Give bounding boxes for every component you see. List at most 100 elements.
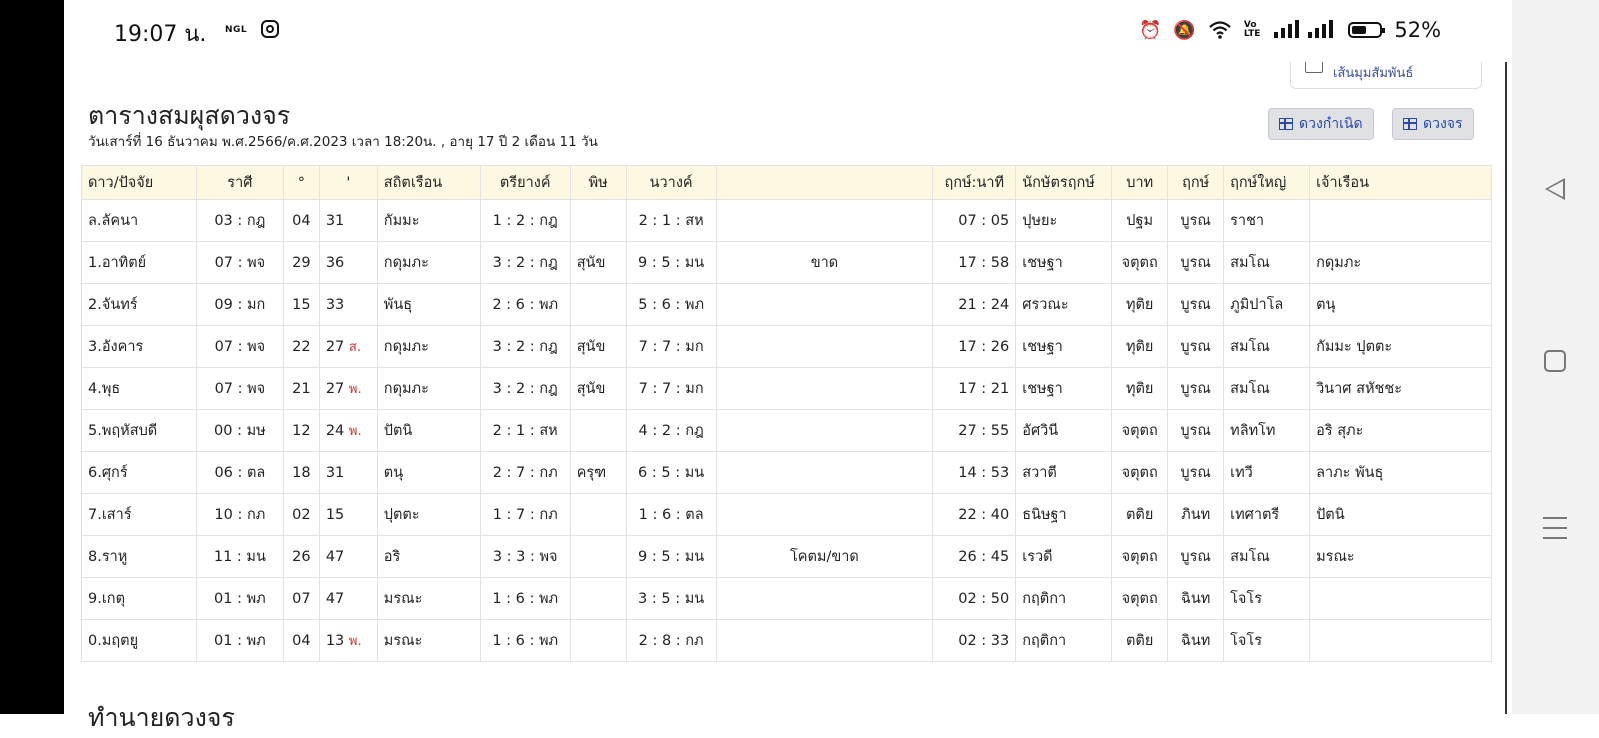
roek-cell-text: บูรณ — [1180, 423, 1211, 439]
triyang-cell-text: 3 : 2 : กฎ — [492, 381, 558, 397]
back-icon[interactable] — [1545, 178, 1565, 200]
pit-cell: สุนัข — [569, 367, 627, 410]
bat-cell: ตติย — [1111, 493, 1169, 536]
minute-cell: 24 พ. — [318, 409, 378, 452]
col-roek: ฤกษ์ — [1167, 165, 1225, 200]
degree-cell-text: 04 — [292, 212, 311, 229]
note-cell — [715, 409, 934, 452]
rasi-cell: 01 : พภ — [195, 577, 284, 620]
bat-cell: ทุติย — [1111, 325, 1169, 368]
recent-apps-icon[interactable] — [1543, 517, 1567, 539]
rasi-cell: 09 : มก — [195, 283, 284, 326]
pit-cell-text: สุนัข — [576, 255, 606, 271]
table-row: 8.ราหู 11 : มน 26 47 อริ 3 : 3 : พจ 9 : 5 : ม… — [81, 535, 1492, 578]
owner-cell: ตนุ — [1309, 283, 1492, 326]
planet-cell: 5.พฤหัสบดี — [81, 409, 197, 452]
status-icons: ⏰ 🔕 Vo LTE 52% — [1139, 18, 1441, 42]
navang-cell: 5 : 6 : พภ — [625, 283, 717, 326]
natal-chart-button[interactable]: ดวงกำเนิด — [1268, 108, 1374, 140]
roek-minute-cell: 21 : 24 — [932, 283, 1017, 326]
navang-cell: 4 : 2 : กฎ — [625, 409, 717, 452]
col-minute: ' — [318, 165, 378, 200]
rasi-cell: 07 : พจ — [195, 325, 284, 368]
roek-yai-cell-text: สมโณ — [1230, 381, 1270, 397]
table-row: 9.เกตุ 01 : พภ 07 47 มรณะ 1 : 6 : พภ 3 : 5 : … — [81, 577, 1492, 620]
col-planet: ดาว/ปัจจัย — [81, 165, 197, 200]
roek-cell: บูรณ — [1167, 409, 1225, 452]
planet-cell-text: 7.เสาร์ — [88, 507, 132, 523]
degree-cell: 26 — [282, 535, 320, 578]
minute-cell: 47 — [318, 577, 378, 620]
bat-cell-text: จตุตถ — [1121, 255, 1158, 271]
col-nakshatra: นักษัตรฤกษ์ — [1015, 165, 1113, 200]
table-body: ล.ลัคนา 03 : กฎ 04 31 กัมมะ 1 : 2 : กฎ 2 : 1 … — [81, 199, 1492, 662]
table-row: ล.ลัคนา 03 : กฎ 04 31 กัมมะ 1 : 2 : กฎ 2 : 1 … — [81, 199, 1492, 242]
triyang-cell-text: 1 : 7 : กภ — [492, 507, 558, 523]
pit-cell-text: สุนัข — [576, 381, 606, 397]
pit-cell: สุนัข — [569, 241, 627, 284]
relation-lines-checkbox[interactable] — [1305, 62, 1323, 73]
mute-icon: 🔕 — [1173, 19, 1196, 41]
house-cell-text: ปัตนิ — [383, 423, 413, 439]
rasi-cell-text: 06 : ตล — [214, 465, 266, 481]
pit-cell: ครุฑ — [569, 451, 627, 494]
owner-cell — [1309, 199, 1492, 242]
roek-cell: ฉินท — [1167, 577, 1225, 620]
house-cell-text: กัมมะ — [383, 213, 420, 229]
note-cell — [715, 451, 934, 494]
nakshatra-cell-text: ปุษยะ — [1022, 213, 1058, 229]
transit-chart-button[interactable]: ดวงจร — [1392, 108, 1474, 140]
house-cell-text: กดุมภะ — [383, 339, 429, 355]
home-icon[interactable] — [1544, 350, 1566, 372]
nakshatra-cell-text: กฤติกา — [1022, 633, 1067, 649]
motion-flag: ส. — [348, 340, 361, 355]
navang-cell-text: 2 : 8 : กภ — [638, 633, 704, 649]
table-icon — [1279, 118, 1293, 130]
table-row: 5.พฤหัสบดี 00 : มษ 12 24 พ. ปัตนิ 2 : 1 : สห 4… — [81, 409, 1492, 452]
bat-cell-text: ตติย — [1126, 507, 1154, 523]
roek-cell-text: ฉินท — [1180, 591, 1211, 607]
degree-cell: 21 — [282, 367, 320, 410]
owner-cell-text: ตนุ — [1316, 297, 1336, 313]
note-cell — [715, 367, 934, 410]
bat-cell: จตุตถ — [1111, 241, 1169, 284]
house-cell: ตนุ — [376, 451, 481, 494]
degree-cell: 07 — [282, 577, 320, 620]
roek-cell-text: บูรณ — [1180, 549, 1211, 565]
roek-yai-cell: โจโร — [1223, 619, 1311, 662]
triyang-cell-text: 1 : 6 : พภ — [492, 633, 559, 649]
roek-yai-cell: ราชา — [1223, 199, 1311, 242]
house-cell: กดุมภะ — [376, 367, 481, 410]
roek-yai-cell: ทลิทโท — [1223, 409, 1311, 452]
relation-lines-label[interactable]: เส้นมุมสัมพันธ์ — [1333, 62, 1413, 83]
rasi-cell: 07 : พจ — [195, 367, 284, 410]
roek-minute-cell: 17 : 26 — [932, 325, 1017, 368]
rasi-cell: 06 : ตล — [195, 451, 284, 494]
nakshatra-cell: เรวดี — [1015, 535, 1113, 578]
triyang-cell-text: 2 : 6 : พภ — [492, 297, 559, 313]
triyang-cell-text: 1 : 6 : พภ — [492, 591, 559, 607]
col-pit: พิษ — [569, 165, 627, 200]
planet-cell: 6.ศุกร์ — [81, 451, 197, 494]
page-edge-line — [1505, 62, 1507, 714]
minute-cell: 31 — [318, 199, 378, 242]
bat-cell: จตุตถ — [1111, 409, 1169, 452]
rasi-cell-text: 00 : มษ — [214, 423, 266, 439]
triyang-cell: 3 : 2 : กฎ — [479, 241, 571, 284]
triyang-cell-text: 2 : 7 : กภ — [492, 465, 558, 481]
roek-yai-cell: เทวี — [1223, 451, 1311, 494]
triyang-cell: 3 : 2 : กฎ — [479, 325, 571, 368]
nakshatra-cell: เชษฐา — [1015, 241, 1113, 284]
roek-minute-cell-text: 21 : 24 — [958, 296, 1010, 313]
roek-minute-cell: 17 : 21 — [932, 367, 1017, 410]
house-cell-text: อริ — [383, 549, 401, 565]
col-roek-yai: ฤกษ์ใหญ่ — [1223, 165, 1311, 200]
nakshatra-cell: กฤติกา — [1015, 577, 1113, 620]
roek-cell: บูรณ — [1167, 367, 1225, 410]
house-cell-text: มรณะ — [383, 591, 423, 607]
planet-cell-text: 9.เกตุ — [88, 591, 125, 607]
roek-minute-cell-text: 02 : 50 — [958, 590, 1010, 607]
roek-yai-cell: สมโณ — [1223, 367, 1311, 410]
pit-cell — [569, 619, 627, 662]
owner-cell-text: มรณะ — [1316, 549, 1355, 565]
